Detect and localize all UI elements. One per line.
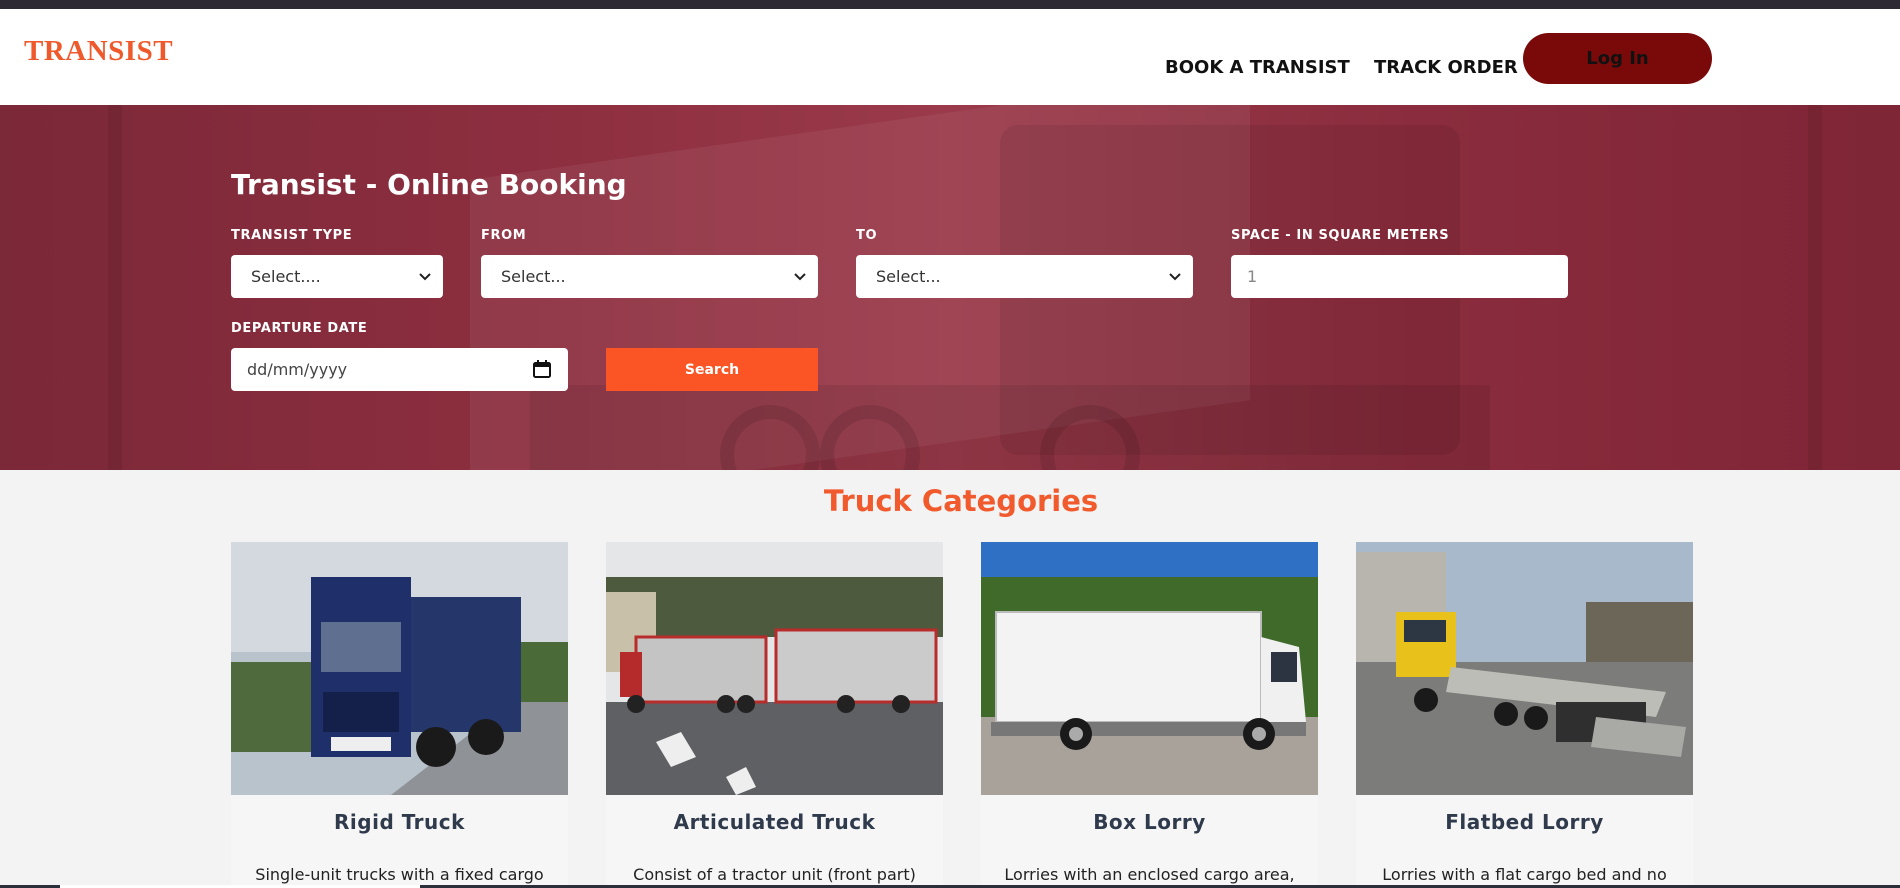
departure-date-label: DEPARTURE DATE bbox=[231, 321, 368, 336]
card-description: Single-unit trucks with a fixed cargo bbox=[255, 865, 544, 884]
space-placeholder: 1 bbox=[1247, 267, 1258, 286]
from-select[interactable]: Select... bbox=[481, 255, 818, 298]
truck-categories-title: Truck Categories bbox=[823, 484, 1099, 518]
transist-type-label: TRANSIST TYPE bbox=[231, 228, 353, 243]
card-title: Box Lorry bbox=[1093, 810, 1206, 834]
departure-date-input[interactable]: dd/mm/yyyy bbox=[231, 348, 568, 391]
booking-hero: Transist - Online Booking TRANSIST TYPE … bbox=[0, 105, 1900, 470]
category-card-box-lorry[interactable]: Box Lorry Lorries with an enclosed cargo… bbox=[981, 542, 1318, 888]
brand-logo[interactable]: TRANSIST bbox=[24, 35, 173, 68]
nav-book-transist[interactable]: BOOK A TRANSIST bbox=[1165, 57, 1350, 78]
chevron-down-icon bbox=[794, 273, 806, 281]
chevron-down-icon bbox=[419, 273, 431, 281]
card-description: Consist of a tractor unit (front part) bbox=[633, 865, 916, 884]
hero-background-shape bbox=[108, 105, 122, 470]
transist-type-value: Select.... bbox=[251, 267, 321, 286]
category-card-rigid-truck[interactable]: Rigid Truck Single-unit trucks with a fi… bbox=[231, 542, 568, 888]
departure-date-placeholder: dd/mm/yyyy bbox=[247, 360, 348, 379]
rigid-truck-image[interactable] bbox=[231, 542, 568, 795]
hero-truck-chassis-shape bbox=[530, 385, 1490, 470]
card-description: Lorries with an enclosed cargo area, bbox=[1004, 865, 1295, 884]
to-label: TO bbox=[856, 228, 878, 243]
card-title: Flatbed Lorry bbox=[1445, 810, 1604, 834]
top-strip bbox=[0, 0, 1900, 9]
card-title: Rigid Truck bbox=[334, 810, 465, 834]
login-button[interactable]: Log In bbox=[1523, 33, 1712, 84]
space-input[interactable]: 1 bbox=[1231, 255, 1568, 298]
chevron-down-icon bbox=[1169, 273, 1181, 281]
card-title: Articulated Truck bbox=[673, 810, 876, 834]
transist-type-select[interactable]: Select.... bbox=[231, 255, 443, 298]
calendar-icon[interactable] bbox=[532, 359, 552, 379]
category-card-flatbed-lorry[interactable]: Flatbed Lorry Lorries with a flat cargo … bbox=[1356, 542, 1693, 888]
articulated-truck-image[interactable] bbox=[606, 542, 943, 795]
site-header: TRANSIST BOOK A TRANSIST TRACK ORDER Log… bbox=[0, 9, 1900, 105]
category-card-articulated-truck[interactable]: Articulated Truck Consist of a tractor u… bbox=[606, 542, 943, 888]
hero-background-shape bbox=[1808, 105, 1822, 470]
space-label: SPACE - IN SQUARE METERS bbox=[1231, 228, 1450, 243]
flatbed-lorry-image[interactable] bbox=[1356, 542, 1693, 795]
card-description: Lorries with a flat cargo bed and no bbox=[1382, 865, 1667, 884]
search-button[interactable]: Search bbox=[606, 348, 818, 391]
from-label: FROM bbox=[481, 228, 527, 243]
to-select[interactable]: Select... bbox=[856, 255, 1193, 298]
box-lorry-image[interactable] bbox=[981, 542, 1318, 795]
booking-title: Transist - Online Booking bbox=[231, 168, 627, 201]
from-value: Select... bbox=[501, 267, 566, 286]
to-value: Select... bbox=[876, 267, 941, 286]
nav-track-order[interactable]: TRACK ORDER bbox=[1374, 57, 1518, 78]
